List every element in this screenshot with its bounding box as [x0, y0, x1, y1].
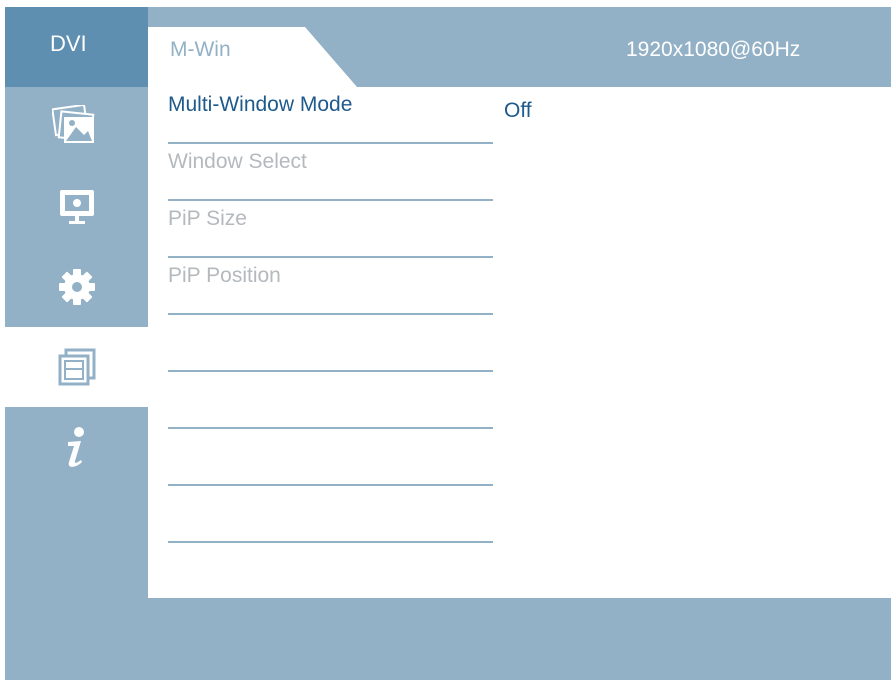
sidebar-item-multi-window[interactable]: [5, 327, 148, 407]
sidebar-item-information[interactable]: [5, 407, 148, 487]
menu-item-label: PiP Size: [168, 207, 247, 230]
row-divider: [168, 598, 493, 600]
menu-item-window-select[interactable]: Window Select: [168, 144, 493, 201]
sidebar-item-display[interactable]: [5, 167, 148, 247]
menu-tab-title: M-Win: [170, 38, 231, 61]
sidebar-item-picture[interactable]: [5, 87, 148, 167]
menu-item-empty: [168, 372, 493, 429]
info-icon: [67, 427, 84, 467]
multi-window-icon: [58, 348, 95, 386]
resolution-readout: 1920x1080@60Hz: [626, 38, 801, 61]
menu-item-empty: [168, 486, 493, 543]
menu-item-multi-window-mode[interactable]: Multi-Window Mode: [168, 87, 493, 144]
menu-item-empty: [168, 429, 493, 486]
picture-icon: [51, 105, 94, 143]
input-source-text: DVI: [50, 31, 87, 56]
menu-item-pip-position[interactable]: PiP Position: [168, 258, 493, 315]
menu-item-label: Window Select: [168, 150, 307, 173]
osd-menu: DVI M-Win 1920x1080@60Hz Multi-Window Mo…: [5, 7, 891, 680]
menu-item-pip-size[interactable]: PiP Size: [168, 201, 493, 258]
input-source-label: DVI: [5, 7, 148, 87]
menu-item-label: PiP Position: [168, 264, 281, 287]
menu-item-empty: [168, 543, 493, 600]
gear-icon: [58, 269, 95, 305]
menu-item-label: Multi-Window Mode: [168, 93, 353, 116]
menu-content-panel: Multi-Window Mode Window Select PiP Size…: [148, 87, 891, 600]
sidebar-item-settings[interactable]: [5, 247, 148, 327]
display-icon: [59, 190, 94, 224]
menu-item-empty: [168, 315, 493, 372]
multi-window-mode-value: Off: [504, 99, 532, 122]
